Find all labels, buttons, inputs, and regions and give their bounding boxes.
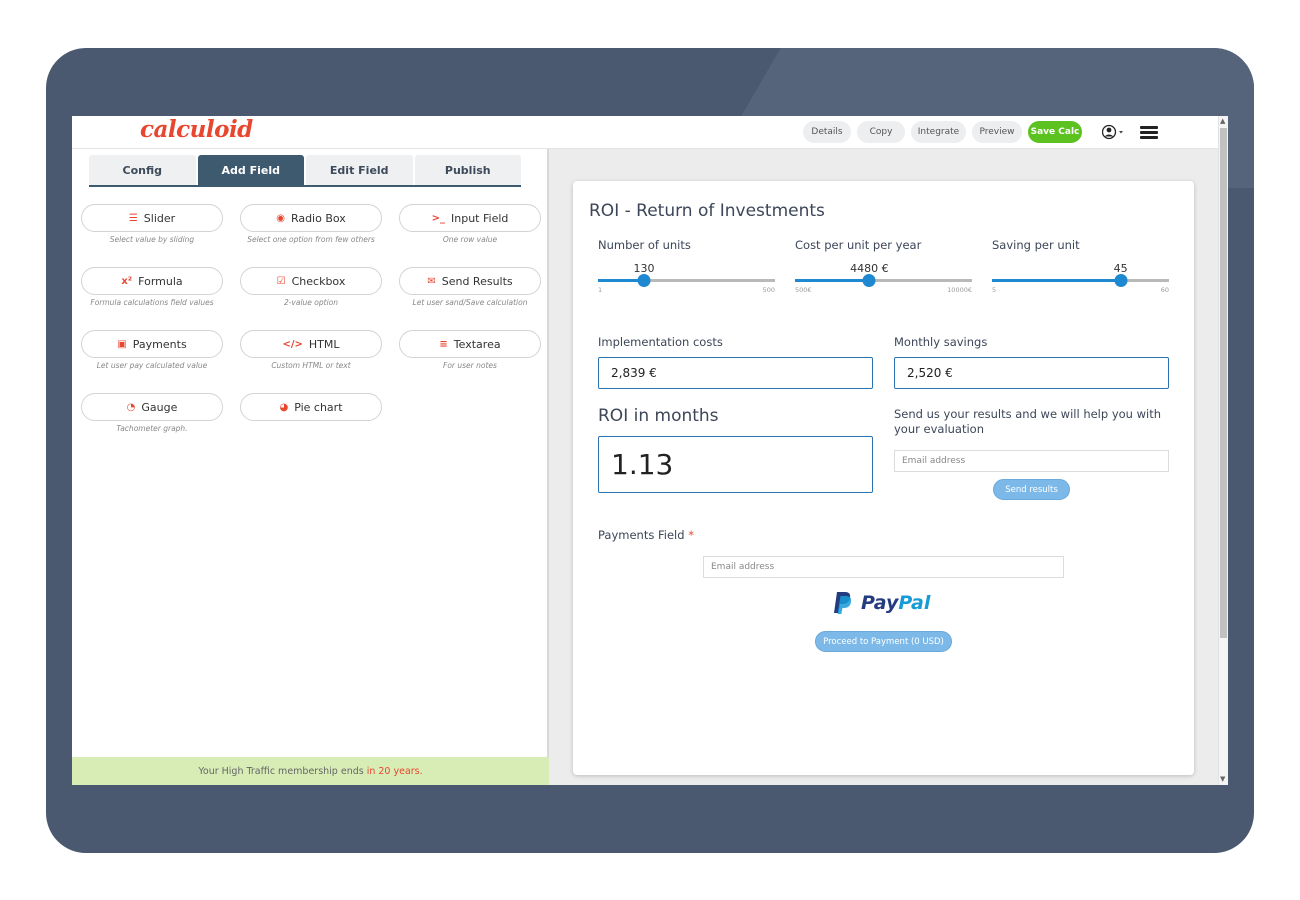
slider-min: 1 bbox=[598, 286, 603, 294]
copy-button[interactable]: Copy bbox=[857, 121, 905, 143]
add-html-button[interactable]: </> HTML bbox=[240, 330, 382, 358]
slider-max: 60 bbox=[1160, 286, 1169, 294]
calculator-card: ROI - Return of Investments Number of un… bbox=[573, 181, 1194, 775]
monthly-savings-output: 2,520 € bbox=[894, 357, 1169, 389]
slider-number-of-units: Number of units 130 1 500 bbox=[598, 238, 775, 294]
add-slider-button[interactable]: ☰ Slider bbox=[81, 204, 223, 232]
monthly-savings-label: Monthly savings bbox=[894, 335, 988, 349]
membership-notice: Your High Traffic membership ends in 20 y… bbox=[72, 757, 549, 785]
tab-publish[interactable]: Publish bbox=[414, 155, 521, 185]
proceed-to-payment-button[interactable]: Proceed to Payment (0 USD) bbox=[815, 631, 952, 652]
field-description: Tachometer graph. bbox=[116, 424, 188, 433]
slider-saving-per-unit: Saving per unit 45 5 60 bbox=[992, 238, 1169, 294]
field-description: Select one option from few others bbox=[247, 235, 375, 244]
slider-track[interactable] bbox=[598, 274, 775, 287]
roi-label: ROI in months bbox=[598, 406, 719, 426]
slider-track[interactable] bbox=[795, 274, 972, 287]
implementation-costs-output: 2,839 € bbox=[598, 357, 873, 389]
calculator-title: ROI - Return of Investments bbox=[589, 201, 825, 221]
field-card-html: </> HTML Custom HTML or text bbox=[240, 330, 382, 370]
tab-edit-field[interactable]: Edit Field bbox=[306, 155, 413, 185]
field-description: Formula calculations field values bbox=[90, 298, 214, 307]
required-marker: * bbox=[688, 528, 694, 542]
user-icon[interactable] bbox=[1102, 124, 1126, 140]
slider-handle[interactable] bbox=[637, 274, 651, 287]
slider-min: 5 bbox=[992, 286, 997, 294]
slider-cost-per-unit: Cost per unit per year 4480 € 500€ 10000… bbox=[795, 238, 972, 294]
save-calc-button[interactable]: Save Calc bbox=[1028, 121, 1082, 143]
tab-add-field[interactable]: Add Field bbox=[197, 155, 304, 185]
field-description: For user notes bbox=[443, 361, 497, 370]
field-card-gauge: ◔ Gauge Tachometer graph. bbox=[81, 393, 223, 433]
app-window: calculoid Details Copy Integrate Preview… bbox=[72, 116, 1228, 785]
money-icon: ▣ bbox=[117, 338, 127, 350]
field-card-textarea: ≡ Textarea For user notes bbox=[399, 330, 541, 370]
add-radio-box-button[interactable]: ◉ Radio Box bbox=[240, 204, 382, 232]
field-card-checkbox: ☑ Checkbox 2-value option bbox=[240, 267, 382, 307]
checkbox-icon: ☑ bbox=[276, 275, 286, 287]
pie-chart-icon: ◕ bbox=[279, 401, 289, 413]
field-card-input-field: >_ Input Field One row value bbox=[399, 204, 541, 244]
field-card-formula: x² Formula Formula calculations field val… bbox=[81, 267, 223, 307]
integrate-button[interactable]: Integrate bbox=[911, 121, 966, 143]
sliders-icon: ☰ bbox=[128, 212, 138, 224]
slider-max: 10000€ bbox=[947, 286, 972, 294]
gauge-icon: ◔ bbox=[126, 401, 136, 413]
slider-track[interactable] bbox=[992, 274, 1169, 287]
radio-icon: ◉ bbox=[276, 212, 285, 224]
paypal-icon bbox=[834, 592, 852, 614]
slider-handle[interactable] bbox=[862, 274, 876, 287]
membership-expiry: in 20 years. bbox=[366, 765, 423, 777]
implementation-costs-label: Implementation costs bbox=[598, 335, 723, 349]
paypal-logo[interactable]: PayPal bbox=[833, 591, 930, 615]
field-description: Let user pay calculated value bbox=[96, 361, 208, 370]
left-panel: Config Add Field Edit Field Publish ☰ Sli… bbox=[72, 149, 549, 785]
superscript-icon: x² bbox=[121, 275, 133, 287]
field-description: Custom HTML or text bbox=[271, 361, 351, 370]
add-input-field-button[interactable]: >_ Input Field bbox=[399, 204, 541, 232]
add-textarea-button[interactable]: ≡ Textarea bbox=[399, 330, 541, 358]
details-button[interactable]: Details bbox=[803, 121, 851, 143]
send-results-button[interactable]: Send results bbox=[993, 479, 1070, 500]
add-send-results-button[interactable]: ✉ Send Results bbox=[399, 267, 541, 295]
top-bar: calculoid Details Copy Integrate Preview… bbox=[72, 116, 1218, 149]
field-card-send-results: ✉ Send Results Let user sand/Save calcula… bbox=[399, 267, 541, 307]
tab-config[interactable]: Config bbox=[89, 155, 196, 185]
roi-output: 1.13 bbox=[598, 436, 873, 493]
payment-email-input[interactable]: Email address bbox=[703, 556, 1064, 578]
field-description: Select value by sliding bbox=[109, 235, 195, 244]
scroll-down-icon[interactable]: ▼ bbox=[1220, 775, 1225, 783]
caret-down-icon bbox=[1119, 131, 1123, 134]
field-card-pie-chart: ◕ Pie chart bbox=[240, 393, 382, 421]
add-formula-button[interactable]: x² Formula bbox=[81, 267, 223, 295]
align-left-icon: ≡ bbox=[439, 338, 448, 350]
field-description: 2-value option bbox=[283, 298, 339, 307]
hamburger-menu-icon[interactable] bbox=[1140, 126, 1158, 140]
field-description: Let user sand/Save calculation bbox=[412, 298, 528, 307]
code-icon: </> bbox=[282, 338, 303, 350]
scroll-thumb[interactable] bbox=[1220, 128, 1227, 638]
preview-area: ROI - Return of Investments Number of un… bbox=[549, 149, 1218, 785]
slider-max: 500 bbox=[762, 286, 775, 294]
send-results-text: Send us your results and we will help yo… bbox=[894, 407, 1162, 436]
results-email-input[interactable]: Email address bbox=[894, 450, 1169, 472]
logo[interactable]: calculoid bbox=[140, 116, 253, 143]
terminal-icon: >_ bbox=[431, 212, 445, 224]
field-card-radio-box: ◉ Radio Box Select one option from few ot… bbox=[240, 204, 382, 244]
vertical-scrollbar[interactable]: ▲ ▼ bbox=[1218, 116, 1228, 785]
field-description: One row value bbox=[442, 235, 498, 244]
field-card-slider: ☰ Slider Select value by sliding bbox=[81, 204, 223, 244]
slider-handle[interactable] bbox=[1114, 274, 1128, 287]
payments-field-label: Payments Field * bbox=[598, 528, 694, 542]
add-pie-chart-button[interactable]: ◕ Pie chart bbox=[240, 393, 382, 421]
add-payments-button[interactable]: ▣ Payments bbox=[81, 330, 223, 358]
tab-bar: Config Add Field Edit Field Publish bbox=[89, 155, 521, 187]
add-checkbox-button[interactable]: ☑ Checkbox bbox=[240, 267, 382, 295]
field-card-payments: ▣ Payments Let user pay calculated value bbox=[81, 330, 223, 370]
envelope-icon: ✉ bbox=[427, 275, 436, 287]
preview-button[interactable]: Preview bbox=[972, 121, 1022, 143]
scroll-up-icon[interactable]: ▲ bbox=[1220, 117, 1225, 125]
add-gauge-button[interactable]: ◔ Gauge bbox=[81, 393, 223, 421]
slider-min: 500€ bbox=[795, 286, 812, 294]
